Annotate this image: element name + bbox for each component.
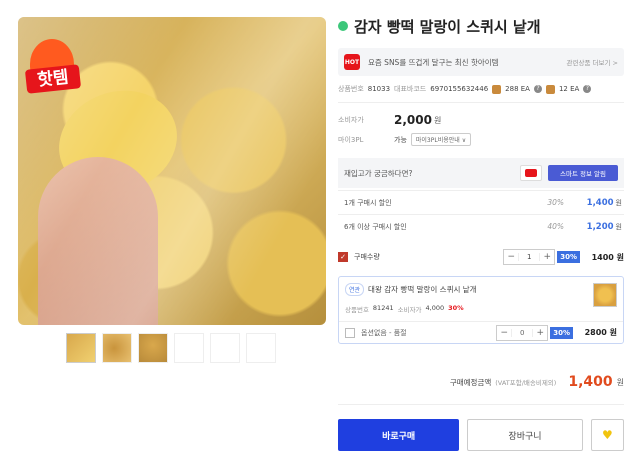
promo-text: 요즘 SNS를 뜨겁게 달구는 최신 핫아이템 [368, 57, 499, 67]
quantity-checkbox[interactable]: ✓ [338, 252, 348, 262]
thumbnail-4[interactable] [174, 333, 204, 363]
promo-banner: HOT 요즘 SNS를 뜨겁게 달구는 최신 핫아이템 관련상품 더보기 > [338, 48, 624, 76]
quantity-value[interactable]: 1 [518, 253, 541, 261]
related-tag: 연관 [345, 283, 365, 296]
discount-rate: 30% [547, 198, 564, 207]
discount-row: 1개 구매시 할인 30% 1,400 원 [338, 190, 624, 214]
related-option-price: 2800 원 [584, 328, 617, 337]
hot-item-small-icon: HOT [344, 54, 360, 70]
title-row: 감자 빵떡 말랑이 스퀴시 낱개 [338, 14, 624, 38]
quantity-stepper[interactable]: − 1 + [503, 249, 556, 265]
wishlist-button[interactable]: ♥ [590, 419, 624, 451]
smart-alert-button[interactable]: 스마트 정보 알림 [548, 165, 618, 181]
thumbnail-5[interactable] [210, 333, 240, 363]
my3pl-row: 마이3PL 가능 마이3PL비용안내 ∨ [338, 133, 624, 146]
related-discount: 30% [448, 304, 464, 312]
youtube-button[interactable] [520, 165, 542, 181]
total-row: 구매예정금액 (VAT포함/배송비제외) 1,400 원 [338, 374, 624, 390]
code-label: 상품번호 [338, 85, 364, 93]
pack-icon [545, 84, 555, 94]
my3pl-status: 가능 [394, 135, 407, 144]
related-more-link[interactable]: 관련상품 더보기 > [567, 57, 618, 67]
consumer-price-label: 소비자가 [338, 116, 364, 124]
divider [338, 102, 624, 103]
plus-button[interactable]: + [540, 252, 554, 262]
total-amount: 1,400 [568, 374, 613, 390]
restock-text: 재입고가 궁금하다면? [344, 168, 413, 178]
related-meta: 상품번호 81241 소비자가 4,000 30% [345, 304, 617, 314]
quantity-row: ✓ 구매수량 − 1 + 30% 1400 원 [338, 248, 624, 266]
product-main-image[interactable]: 핫템 [18, 17, 326, 325]
discount-label: 1개 구매시 할인 [344, 198, 392, 207]
related-product-card: 연관 대왕 감자 빵떡 말랑이 스퀴시 낱개 상품번호 81241 소비자가 4… [338, 276, 624, 344]
hot-item-badge: 핫템 [24, 39, 82, 101]
buy-now-button[interactable]: 바로구매 [338, 419, 460, 451]
related-quantity-stepper[interactable]: − 0 + [496, 324, 549, 341]
hot-item-label: 핫템 [24, 64, 82, 94]
consumer-price-unit: 원 [433, 115, 442, 125]
pack-qty: 12 EA [558, 85, 580, 93]
barcode-value: 6970155632446 [430, 85, 489, 93]
minus-button[interactable]: − [504, 252, 518, 262]
related-consumer-price: 4,000 [425, 304, 445, 312]
product-title: 감자 빵떡 말랑이 스퀴시 낱개 [354, 17, 541, 36]
quantity-price: 1400 원 [591, 252, 624, 262]
discount-price: 1,400 원 [586, 197, 622, 208]
add-to-cart-button[interactable]: 장바구니 [467, 419, 583, 451]
related-option-row: 옵션없음 - 품절 − 0 + 30% 2800 원 [339, 321, 623, 343]
total-sub: (VAT포함/배송비제외) [495, 379, 557, 387]
code-value: 81033 [367, 85, 391, 93]
restock-inquiry: 재입고가 궁금하다면? 스마트 정보 알림 [338, 158, 624, 188]
related-minus-button[interactable]: − [497, 328, 511, 338]
related-code: 81241 [372, 304, 394, 312]
related-option-label: 옵션없음 - 품절 [361, 328, 407, 337]
thumbnail-6[interactable] [246, 333, 276, 363]
youtube-icon [525, 169, 537, 177]
thumbnail-3[interactable] [138, 333, 168, 363]
related-option-checkbox[interactable] [345, 327, 355, 338]
related-plus-button[interactable]: + [533, 328, 547, 338]
related-quantity-value[interactable]: 0 [511, 328, 534, 337]
quantity-label: 구매수량 [354, 253, 380, 261]
consumer-price-row: 소비자가 2,000 원 [338, 113, 624, 127]
discount-label: 6개 이상 구매시 할인 [344, 222, 407, 231]
box-help-icon[interactable]: ? [533, 85, 542, 93]
related-code-label: 상품번호 [345, 306, 369, 314]
action-buttons: 바로구매 장바구니 ♥ [338, 404, 624, 451]
total-label: 구매예정금액 [449, 377, 492, 387]
product-codes: 상품번호 81033 대표바코드 6970155632446 288 EA ? … [338, 84, 624, 94]
product-gallery: 핫템 [18, 17, 326, 363]
thumbnail-strip [18, 333, 326, 363]
discount-table: 1개 구매시 할인 30% 1,400 원 6개 이상 구매시 할인 40% 1,… [338, 190, 624, 238]
thumbnail-2[interactable] [102, 333, 132, 363]
box-icon [492, 84, 502, 94]
box-qty: 288 EA [505, 85, 530, 93]
related-product-image[interactable] [593, 283, 617, 307]
product-info: 감자 빵떡 말랑이 스퀴시 낱개 HOT 요즘 SNS를 뜨겁게 달구는 최신 … [338, 14, 624, 451]
consumer-price-value: 2,000 [394, 113, 432, 127]
barcode-label: 대표바코드 [394, 85, 427, 93]
quantity-discount-badge: 30% [557, 251, 580, 263]
pack-help-icon[interactable]: ? [583, 85, 592, 93]
discount-row: 6개 이상 구매시 할인 40% 1,200 원 [338, 214, 624, 238]
status-dot-icon [338, 21, 348, 31]
related-consumer-label: 소비자가 [397, 306, 422, 314]
my3pl-cost-dropdown[interactable]: 마이3PL비용안내 ∨ [410, 133, 472, 146]
related-discount-badge: 30% [550, 326, 573, 339]
my3pl-label: 마이3PL [338, 135, 364, 144]
thumbnail-1[interactable] [66, 333, 96, 363]
related-title[interactable]: 대왕 감자 빵떡 말랑이 스퀴시 낱개 [368, 284, 477, 295]
discount-rate: 40% [547, 222, 564, 231]
total-unit: 원 [616, 377, 624, 387]
related-title-row: 연관 대왕 감자 빵떡 말랑이 스퀴시 낱개 [345, 283, 617, 296]
heart-icon: ♥ [601, 428, 613, 442]
discount-price: 1,200 원 [586, 221, 622, 232]
